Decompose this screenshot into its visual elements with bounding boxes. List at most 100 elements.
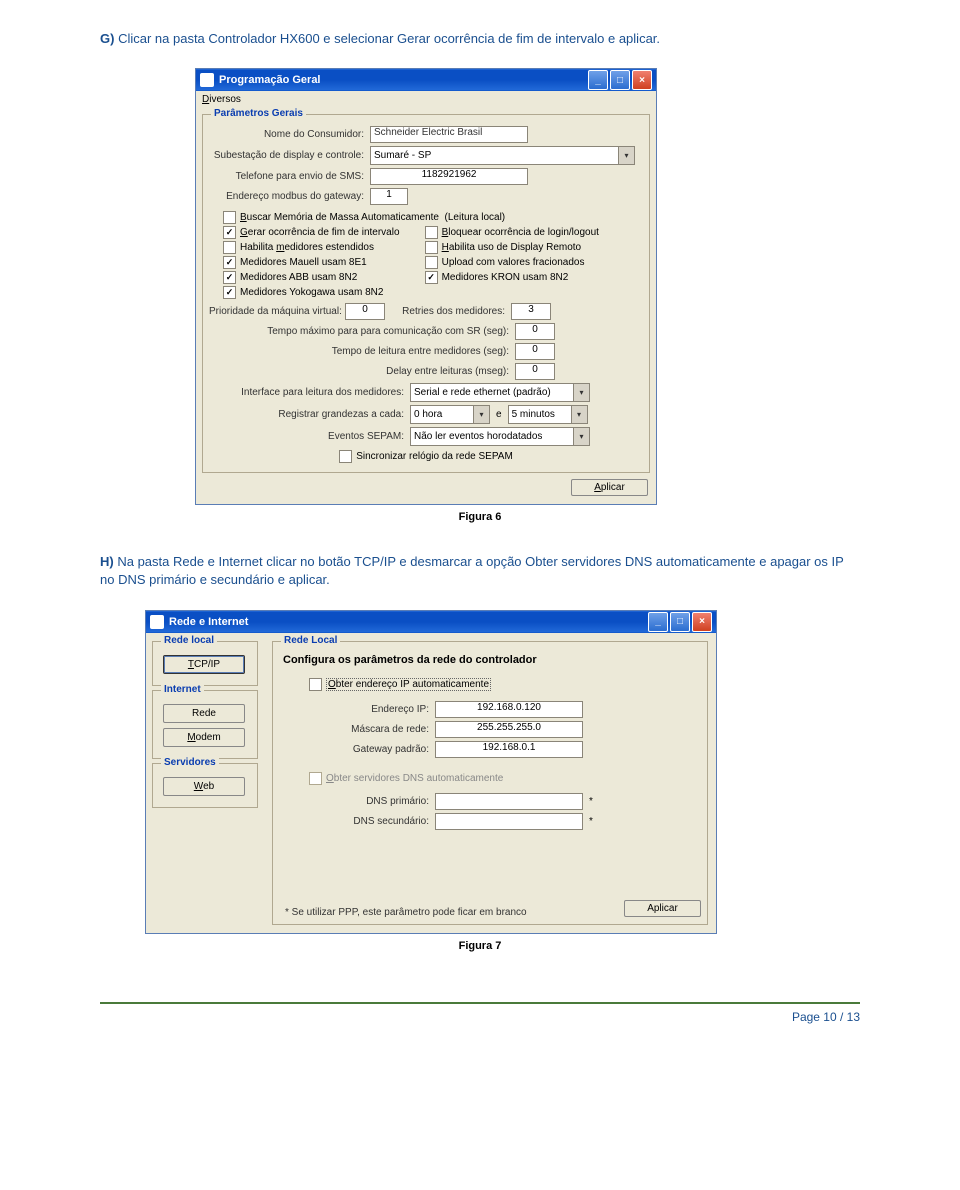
window-programacao-geral: Programação Geral _ □ × Diversos Parâmet… xyxy=(195,68,657,505)
label-tempo-max: Tempo máximo para para comunicação com S… xyxy=(209,326,515,337)
label-mascara: Máscara de rede: xyxy=(279,724,435,735)
label-interface: Interface para leitura dos medidores: xyxy=(209,387,410,398)
input-prioridade[interactable]: 0 xyxy=(345,303,385,320)
label-subestacao: Subestação de display e controle: xyxy=(209,150,370,161)
maximize-button[interactable]: □ xyxy=(670,612,690,632)
label-registrar: Registrar grandezas a cada: xyxy=(209,409,410,420)
input-sms[interactable]: 1182921962 xyxy=(370,168,528,185)
dropdown-reg-min[interactable]: 5 minutos xyxy=(508,405,588,424)
instruction-h-prefix: H) xyxy=(100,554,114,569)
group-internet: Internet xyxy=(161,684,204,695)
checkbox-mauell[interactable] xyxy=(223,256,236,269)
dropdown-subestacao[interactable]: Sumaré - SP xyxy=(370,146,635,165)
group-legend: Parâmetros Gerais xyxy=(211,108,306,119)
chevron-down-icon[interactable] xyxy=(473,406,489,423)
checkbox-buscar-memoria[interactable] xyxy=(223,211,236,224)
label-habilita-estendidos: Habilita medidores estendidos xyxy=(240,242,374,253)
label-retries: Retries dos medidores: xyxy=(385,306,511,317)
label-upload-frac: Upload com valores fracionados xyxy=(442,257,585,268)
input-delay[interactable]: 0 xyxy=(515,363,555,380)
dropdown-reg-hora[interactable]: 0 hora xyxy=(410,405,490,424)
dropdown-sepam[interactable]: Não ler eventos horodatados xyxy=(410,427,590,446)
app-icon xyxy=(150,615,164,629)
label-mauell: Medidores Mauell usam 8E1 xyxy=(240,257,367,268)
checkbox-kron[interactable] xyxy=(425,271,438,284)
input-dns1[interactable] xyxy=(435,793,583,810)
chevron-down-icon[interactable] xyxy=(573,428,589,445)
group-parametros-gerais: Parâmetros Gerais Nome do Consumidor: Sc… xyxy=(202,114,650,473)
dropdown-interface[interactable]: Serial e rede ethernet (padrão) xyxy=(410,383,590,402)
web-button[interactable]: Web xyxy=(163,777,245,796)
label-buscar-memoria: Buscar Memória de Massa Automaticamente … xyxy=(240,212,505,223)
chevron-down-icon[interactable] xyxy=(571,406,587,423)
checkbox-obter-dns[interactable] xyxy=(309,772,322,785)
checkbox-abb[interactable] xyxy=(223,271,236,284)
star-dns1: * xyxy=(589,796,593,807)
checkbox-obter-ip[interactable] xyxy=(309,678,322,691)
label-gateway: Gateway padrão: xyxy=(279,744,435,755)
group-rede-local: Rede local xyxy=(161,635,217,646)
window-rede-internet: Rede e Internet _ □ × Rede local TCP/IP … xyxy=(145,610,717,934)
label-tempo-leitura: Tempo de leitura entre medidores (seg): xyxy=(209,346,515,357)
label-obter-ip: Obter endereço IP automaticamente xyxy=(326,678,491,691)
main-panel: Rede Local Configura os parâmetros da re… xyxy=(264,633,716,933)
input-tempo-max[interactable]: 0 xyxy=(515,323,555,340)
checkbox-sincronizar[interactable] xyxy=(339,450,352,463)
label-prioridade: Prioridade da máquina virtual: xyxy=(209,306,345,317)
close-button[interactable]: × xyxy=(692,612,712,632)
label-sms: Telefone para envio de SMS: xyxy=(209,171,370,182)
instruction-g: G) Clicar na pasta Controlador HX600 e s… xyxy=(100,30,860,48)
input-consumidor[interactable]: Schneider Electric Brasil xyxy=(370,126,528,143)
label-consumidor: Nome do Consumidor: xyxy=(209,129,370,140)
maximize-button[interactable]: □ xyxy=(610,70,630,90)
chevron-down-icon[interactable] xyxy=(573,384,589,401)
checkbox-habilita-estendidos[interactable] xyxy=(223,241,236,254)
instruction-h: H) Na pasta Rede e Internet clicar no bo… xyxy=(100,553,860,589)
checkbox-yokogawa[interactable] xyxy=(223,286,236,299)
input-tempo-leitura[interactable]: 0 xyxy=(515,343,555,360)
input-gateway[interactable]: 192.168.0.1 xyxy=(435,741,583,758)
input-modbus[interactable]: 1 xyxy=(370,188,408,205)
heading-configura: Configura os parâmetros da rede do contr… xyxy=(283,654,701,666)
window-title: Rede e Internet xyxy=(169,616,648,628)
chevron-down-icon[interactable] xyxy=(618,147,634,164)
label-kron: Medidores KRON usam 8N2 xyxy=(442,272,569,283)
window-title: Programação Geral xyxy=(219,74,588,86)
modem-button[interactable]: Modem xyxy=(163,728,245,747)
instruction-h-text: Na pasta Rede e Internet clicar no botão… xyxy=(100,554,844,587)
rede-button[interactable]: Rede xyxy=(163,704,245,723)
titlebar[interactable]: Programação Geral _ □ × xyxy=(196,69,656,91)
figure-6-caption: Figura 6 xyxy=(100,511,860,523)
menu-diversos: Diversos xyxy=(202,94,241,105)
menubar[interactable]: Diversos xyxy=(196,91,656,108)
label-sepam: Eventos SEPAM: xyxy=(209,431,410,442)
page-number: Page 10 / 13 xyxy=(100,1004,860,1030)
titlebar[interactable]: Rede e Internet _ □ × xyxy=(146,611,716,633)
close-button[interactable]: × xyxy=(632,70,652,90)
minimize-button[interactable]: _ xyxy=(648,612,668,632)
label-reg-e: e xyxy=(490,409,508,420)
hint-ppp: * Se utilizar PPP, este parâmetro pode f… xyxy=(285,907,527,918)
label-yokogawa: Medidores Yokogawa usam 8N2 xyxy=(240,287,383,298)
input-dns2[interactable] xyxy=(435,813,583,830)
label-delay: Delay entre leituras (mseg): xyxy=(209,366,515,377)
label-modbus: Endereço modbus do gateway: xyxy=(209,191,370,202)
checkbox-gerar-ocorrencia[interactable] xyxy=(223,226,236,239)
checkbox-display-remoto[interactable] xyxy=(425,241,438,254)
label-gerar-ocorrencia: Gerar ocorrência de fim de intervalo xyxy=(240,227,400,238)
label-display-remoto: Habilita uso de Display Remoto xyxy=(442,242,582,253)
checkbox-upload-frac[interactable] xyxy=(425,256,438,269)
checkbox-bloquear-login[interactable] xyxy=(425,226,438,239)
side-panel: Rede local TCP/IP Internet Rede Modem Se… xyxy=(146,633,264,933)
input-retries[interactable]: 3 xyxy=(511,303,551,320)
input-mascara[interactable]: 255.255.255.0 xyxy=(435,721,583,738)
apply-button[interactable]: Aplicar xyxy=(571,479,648,496)
group-main-rede-local: Rede Local xyxy=(281,635,340,646)
input-endereco-ip[interactable]: 192.168.0.120 xyxy=(435,701,583,718)
label-sincronizar: Sincronizar relógio da rede SEPAM xyxy=(356,451,513,462)
group-servidores: Servidores xyxy=(161,757,219,768)
apply-button[interactable]: Aplicar xyxy=(624,900,701,917)
minimize-button[interactable]: _ xyxy=(588,70,608,90)
tcpip-button[interactable]: TCP/IP xyxy=(163,655,245,674)
instruction-g-prefix: G) xyxy=(100,31,114,46)
